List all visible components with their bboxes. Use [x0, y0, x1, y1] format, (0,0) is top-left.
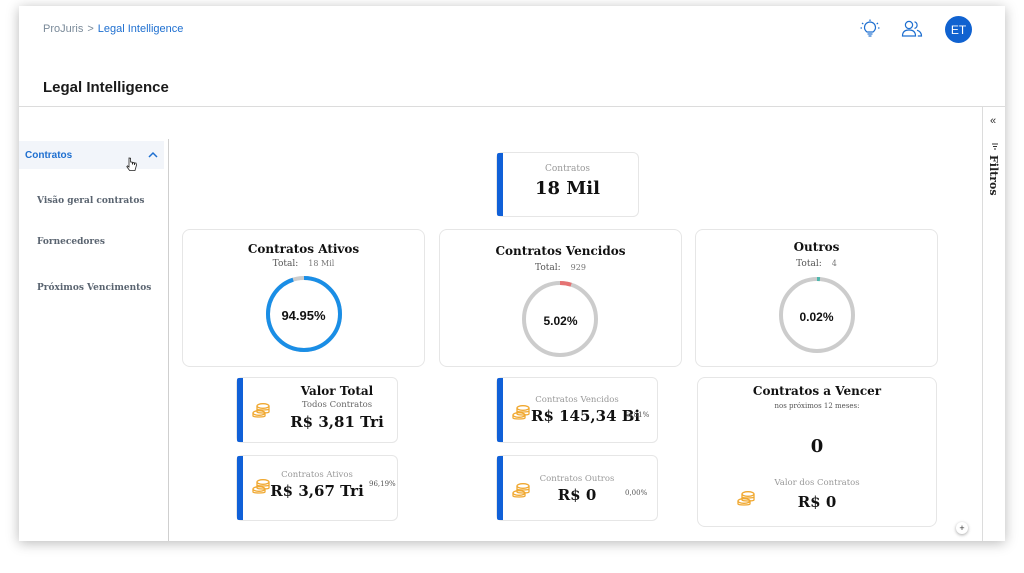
header-divider	[19, 106, 1005, 107]
card-subtitle: nos próximos 12 meses:	[774, 402, 860, 410]
coins-icon	[251, 402, 271, 425]
breadcrumb-root[interactable]: ProJuris	[43, 23, 83, 35]
contratos-outros-valor-card: Contratos Outros R$ 0 0,00%	[496, 455, 658, 521]
contratos-a-vencer-card: Contratos a Vencer nos próximos 12 meses…	[697, 377, 937, 527]
users-icon[interactable]	[901, 18, 923, 40]
gauge-title: Contratos Vencidos	[495, 244, 626, 258]
card-label: Contratos Outros	[539, 474, 615, 484]
card-value: R$ 145,34 Bi	[531, 407, 641, 425]
summary-label: Contratos	[544, 164, 591, 174]
summary-card: Contratos 18 Mil	[496, 152, 639, 217]
gauge-total-value: 929	[570, 263, 586, 272]
sidebar-section-contratos[interactable]: Contratos	[19, 141, 164, 171]
coins-icon	[511, 404, 531, 427]
gauge-total-label: Total:	[796, 259, 822, 269]
gauge-percent: 0.02%	[799, 310, 834, 324]
card-accent	[497, 378, 503, 442]
card-accent	[237, 456, 243, 520]
card-label: Contratos Ativos	[281, 470, 353, 480]
upcoming-count: 0	[810, 436, 824, 457]
sidebar-item-proximos-vencimentos[interactable]: Próximos Vencimentos	[37, 283, 151, 293]
floating-action-button[interactable]: +	[956, 522, 968, 534]
contratos-vencidos-valor-card: Contratos Vencidos R$ 145,34 Bi 3,81%	[496, 377, 658, 443]
card-title: Valor Total	[300, 384, 374, 398]
card-value: R$ 0	[557, 486, 597, 504]
gauge-percent: 94.95%	[281, 308, 326, 323]
filters-label[interactable]: Filtros	[987, 155, 1000, 196]
pointer-cursor-icon	[126, 157, 138, 178]
gauge-total: Total: 18 Mil	[183, 258, 424, 269]
gauge-percent: 5.02%	[543, 314, 578, 328]
upcoming-value: R$ 0	[797, 493, 837, 511]
card-value: R$ 3,81 Tri	[290, 413, 384, 431]
gauge-card-outros: Outros Total: 4 0.02%	[695, 229, 938, 367]
gauge-card-vencidos: Contratos Vencidos Total: 929 5.02%	[439, 229, 682, 367]
filters-panel: « Filtros	[982, 107, 1005, 541]
card-title: Contratos a Vencer	[752, 384, 882, 398]
card-value: R$ 3,67 Tri	[270, 482, 364, 500]
app-window: ProJuris > Legal Intelligence ET Legal I…	[19, 6, 1005, 541]
gauge-total-value: 18 Mil	[308, 259, 335, 268]
gauge-total: Total: 4	[696, 258, 937, 269]
gauge-total-value: 4	[831, 259, 837, 268]
breadcrumb: ProJuris > Legal Intelligence	[43, 23, 183, 35]
breadcrumb-separator: >	[87, 23, 94, 35]
gauge-title: Outros	[793, 240, 840, 254]
lightbulb-icon[interactable]	[859, 18, 881, 40]
value-label: Valor dos Contratos	[774, 478, 860, 488]
gauge-total-label: Total:	[535, 263, 561, 273]
page-title: Legal Intelligence	[43, 79, 169, 96]
gauge-title: Contratos Ativos	[247, 242, 360, 256]
card-subtitle: Todos Contratos	[301, 400, 373, 410]
gauge-total: Total: 929	[440, 262, 681, 273]
sidebar-item-visao-geral[interactable]: Visão geral contratos	[37, 196, 144, 206]
contratos-ativos-valor-card: Contratos Ativos R$ 3,67 Tri 96,19%	[236, 455, 398, 521]
summary-value: 18 Mil	[535, 178, 600, 199]
gauge-total-label: Total:	[272, 259, 299, 269]
card-accent	[497, 456, 503, 520]
sidebar: Contratos Visão geral contratos Forneced…	[19, 139, 169, 541]
card-percent: 96,19%	[369, 480, 396, 488]
gauge-card-ativos: Contratos Ativos Total: 18 Mil 94.95%	[182, 229, 425, 367]
collapse-panel-button[interactable]: «	[990, 115, 996, 127]
card-percent: 3,81%	[627, 411, 650, 419]
filter-icon[interactable]	[991, 137, 999, 155]
sidebar-item-fornecedores[interactable]: Fornecedores	[37, 237, 105, 247]
valor-total-card: Valor Total Todos Contratos R$ 3,81 Tri	[236, 377, 398, 443]
card-accent	[237, 378, 243, 442]
avatar[interactable]: ET	[945, 16, 972, 43]
sidebar-section-label: Contratos	[25, 150, 73, 161]
chevron-up-icon[interactable]	[147, 148, 159, 166]
top-bar: ProJuris > Legal Intelligence ET	[19, 6, 1005, 54]
card-label: Contratos Vencidos	[535, 395, 619, 405]
card-percent: 0,00%	[625, 489, 648, 497]
breadcrumb-current[interactable]: Legal Intelligence	[98, 23, 184, 35]
